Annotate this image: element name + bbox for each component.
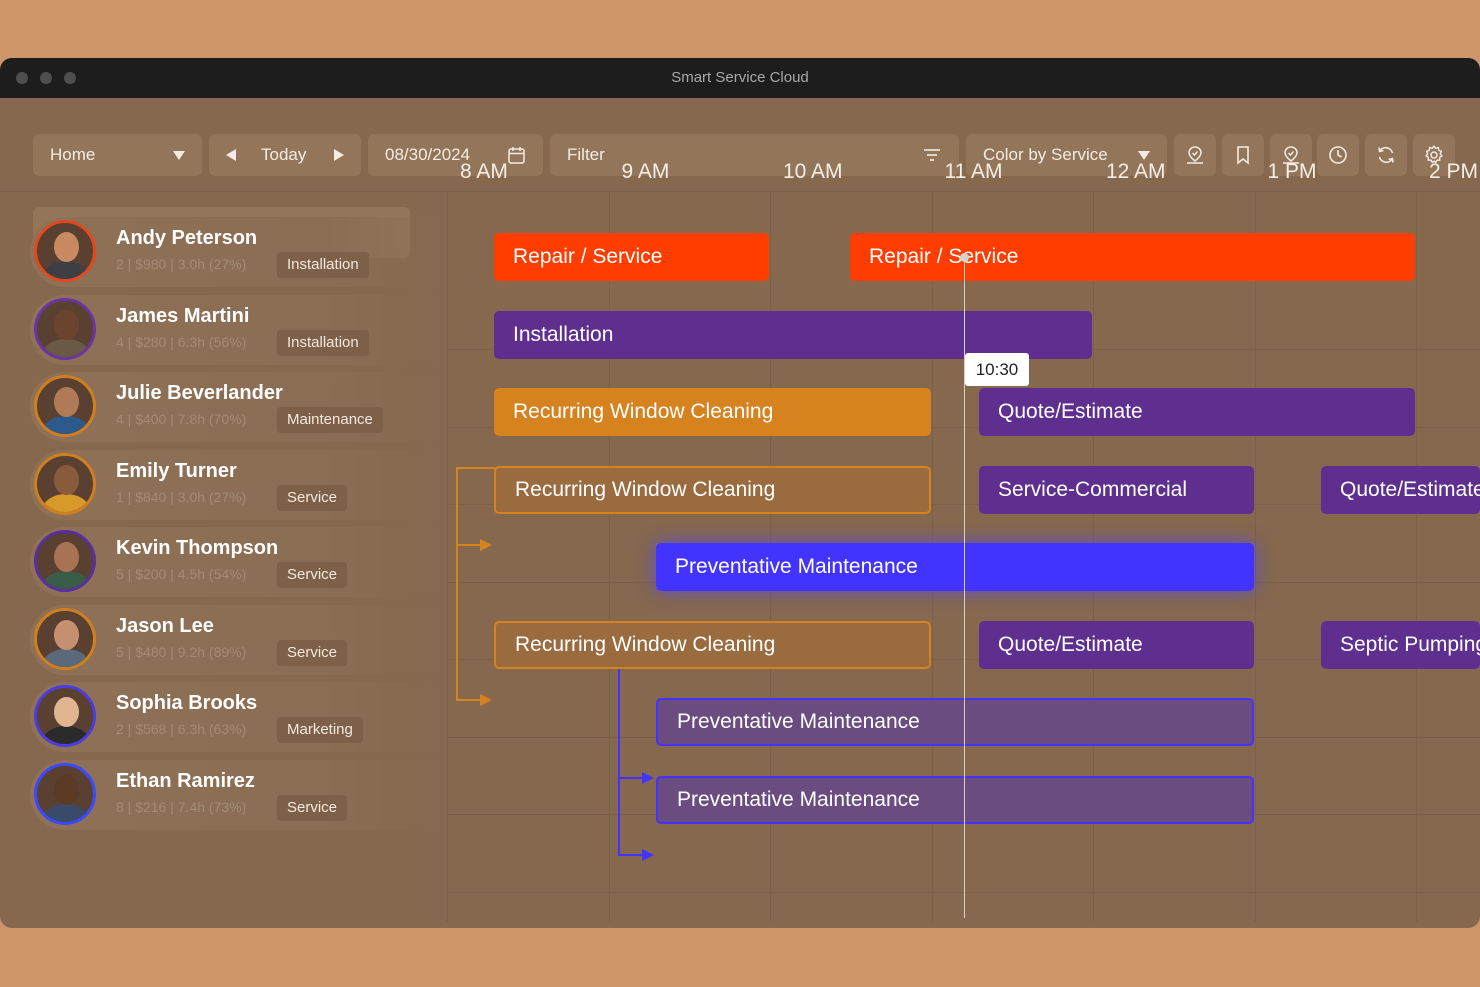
map-pin-button[interactable] — [1174, 134, 1216, 176]
technician-stats: 4 | $280 | 6.3h (56%) — [116, 333, 247, 350]
technician-skill-tag: Service — [277, 562, 348, 588]
hour-label: 11 AM — [944, 160, 1003, 183]
technician-stats: 8 | $216 | 7.4h (73%) — [116, 798, 247, 815]
current-time-marker[interactable] — [960, 253, 969, 262]
avatar — [34, 607, 96, 670]
hour-label: 12 AM — [1106, 160, 1166, 183]
avatar — [34, 685, 96, 747]
technician-skill-tag: Service — [277, 639, 348, 666]
bookmark-button[interactable] — [1222, 134, 1264, 176]
today-button[interactable]: Today — [261, 145, 306, 165]
hour-label: 2 PM — [1429, 160, 1479, 183]
job-bar[interactable]: Recurring Window Cleaning — [494, 388, 931, 436]
technician-skill-tag: Marketing — [277, 717, 363, 743]
technician-name: Jason Lee — [116, 614, 214, 637]
view-select[interactable]: Home — [33, 134, 202, 176]
technician-row[interactable]: Emily Turner 1 | $840 | 3.0h (27%) Service — [30, 449, 448, 520]
prev-day-icon[interactable] — [226, 149, 236, 161]
job-bar[interactable]: Preventative Maintenance — [656, 543, 1254, 591]
technician-stats: 4 | $400 | 7.8h (70%) — [116, 411, 247, 427]
avatar — [34, 297, 96, 360]
avatar — [34, 762, 96, 825]
technician-row[interactable]: Kevin Thompson 5 | $200 | 4.5h (54%) Servi… — [30, 527, 448, 597]
refresh-icon — [1378, 147, 1394, 163]
date-nav: Today — [209, 134, 361, 176]
technician-stats: 2 | $568 | 6.3h (63%) — [116, 721, 247, 737]
hour-label: 8 AM — [460, 160, 508, 183]
technician-skill-tag: Installation — [277, 252, 369, 278]
technician-stats: 1 | $840 | 3.0h (27%) — [116, 488, 247, 505]
avatar — [34, 530, 96, 592]
job-bar[interactable]: Installation — [494, 310, 1092, 359]
avatar — [34, 452, 96, 515]
clock-button[interactable] — [1317, 134, 1359, 176]
technician-row[interactable]: Andy Peterson 2 | $980 | 3.0h (27%) Instal… — [30, 217, 448, 287]
hour-label: 1 PM — [1267, 160, 1317, 183]
filter-input[interactable]: Filter — [550, 134, 959, 176]
job-bar[interactable]: Recurring Window Cleaning — [494, 465, 931, 514]
avatar — [34, 375, 96, 437]
clock-icon — [1329, 146, 1347, 164]
technician-name: Andy Peterson — [116, 227, 258, 249]
window-title: Smart Service Cloud — [671, 69, 809, 86]
technician-skill-tag: Service — [277, 484, 348, 511]
job-bar[interactable]: Septic Pumping — [1321, 620, 1480, 669]
technician-name: Emily Turner — [116, 459, 237, 482]
technician-row[interactable]: Ethan Ramirez 8 | $216 | 7.4h (73%) Servic… — [30, 759, 448, 830]
next-day-icon[interactable] — [334, 149, 344, 161]
job-bar[interactable]: Preventative Maintenance — [656, 698, 1254, 746]
hour-label: 10 AM — [783, 160, 843, 183]
technician-skill-tag: Installation — [277, 329, 369, 356]
technician-row[interactable]: Jason Lee 5 | $480 | 9.2h (89%) Service — [30, 604, 448, 675]
view-select-value: Home — [50, 145, 96, 164]
hour-gridline — [1254, 192, 1256, 922]
technician-row[interactable]: Julie Beverlander 4 | $400 | 7.8h (70%) Ma… — [30, 372, 448, 442]
filter-label: Filter — [567, 145, 605, 164]
technician-row[interactable]: James Martini 4 | $280 | 6.3h (56%) Instal… — [30, 294, 448, 365]
filter-icon[interactable] — [923, 148, 941, 162]
technician-name: Sophia Brooks — [116, 692, 258, 714]
bookmark-icon — [1237, 146, 1249, 165]
hour-gridline — [608, 192, 610, 922]
avatar — [34, 220, 96, 282]
job-bar[interactable]: Quote/Estimate — [979, 388, 1415, 436]
job-bar[interactable]: Recurring Window Cleaning — [494, 620, 931, 669]
job-bar[interactable]: Repair / Service — [850, 233, 1415, 281]
dropdown-caret-icon — [173, 151, 185, 160]
toolbar-divider — [0, 191, 1480, 192]
calendar-icon — [508, 147, 525, 164]
job-bar[interactable]: Preventative Maintenance — [656, 775, 1254, 824]
technician-stats: 2 | $980 | 3.0h (27%) — [116, 256, 247, 272]
map-pin-icon — [1187, 146, 1203, 164]
hour-gridline — [1416, 192, 1417, 922]
technician-name: Kevin Thompson — [116, 537, 279, 559]
technician-row[interactable]: Sophia Brooks 2 | $568 | 6.3h (63%) Market… — [30, 682, 448, 752]
refresh-button[interactable] — [1365, 134, 1407, 176]
app-window: Smart Service Cloud Home Today 08/30/202… — [0, 58, 1480, 928]
technician-skill-tag: Service — [277, 794, 348, 821]
title-bar: Smart Service Cloud — [0, 58, 1480, 98]
technician-stats: 5 | $480 | 9.2h (89%) — [116, 643, 247, 660]
job-bar[interactable]: Repair / Service — [494, 233, 769, 281]
hour-label: 9 AM — [621, 160, 670, 183]
job-bar[interactable]: Service-Commercial — [979, 465, 1254, 514]
technician-name: Ethan Ramirez — [116, 769, 255, 792]
technician-skill-tag: Maintenance — [277, 407, 383, 433]
job-bar[interactable]: Quote/Estimate — [979, 620, 1254, 669]
job-bar[interactable]: Quote/Estimate — [1321, 465, 1480, 514]
technician-stats: 5 | $200 | 4.5h (54%) — [116, 566, 247, 582]
current-time-tooltip: 10:30 — [965, 353, 1029, 386]
date-value: 08/30/2024 — [385, 145, 471, 164]
technician-name: Julie Beverlander — [116, 382, 283, 404]
date-picker[interactable]: 08/30/2024 — [368, 134, 543, 176]
technician-name: James Martini — [116, 304, 250, 327]
